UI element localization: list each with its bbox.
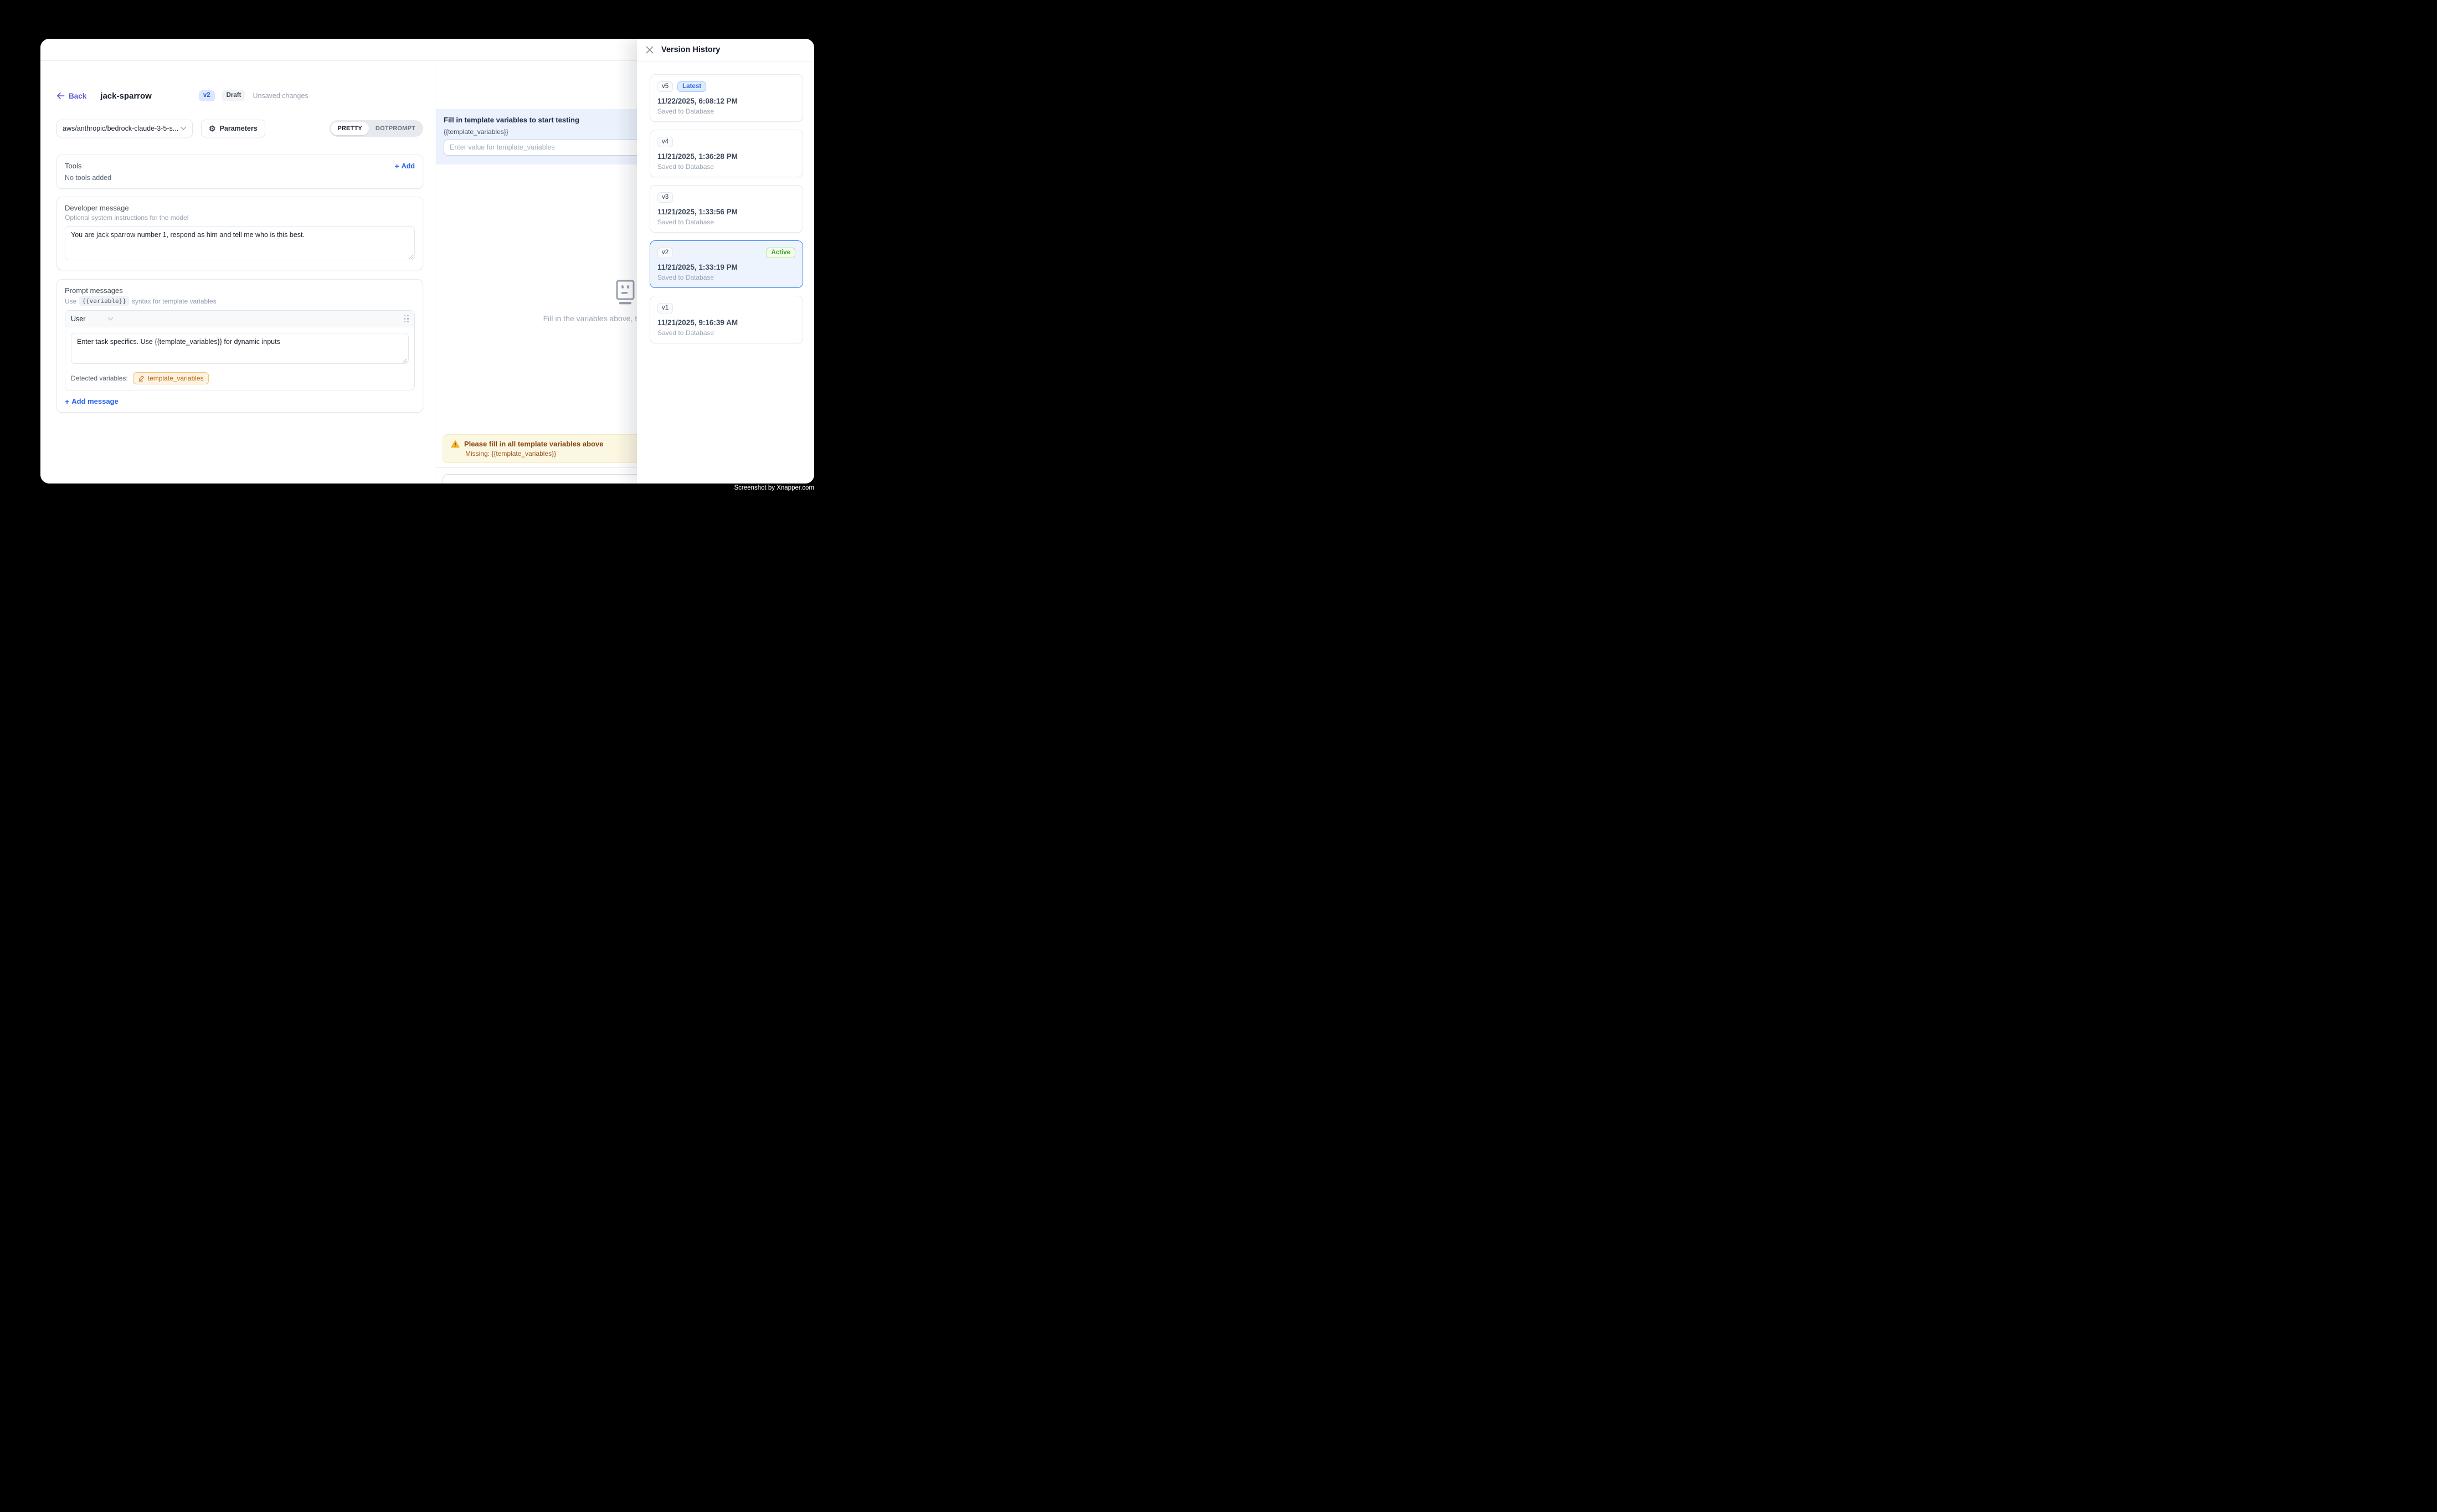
tools-title: Tools bbox=[65, 162, 81, 170]
gear-icon: ⚙ bbox=[209, 125, 216, 132]
prompt-messages-subtitle: Use {{variable}} syntax for template var… bbox=[65, 296, 415, 306]
draft-badge: Draft bbox=[222, 90, 246, 101]
resize-grip-icon[interactable] bbox=[408, 255, 413, 260]
subtitle-suffix: syntax for template variables bbox=[132, 297, 217, 305]
developer-message-title: Developer message bbox=[65, 204, 415, 212]
toggle-pretty[interactable]: PRETTY bbox=[331, 122, 369, 135]
drag-handle-icon[interactable] bbox=[404, 315, 409, 323]
back-button[interactable]: Back bbox=[56, 92, 86, 100]
tools-empty-text: No tools added bbox=[65, 174, 415, 182]
app-window: Back jack-sparrow v2 Draft Unsaved chang… bbox=[40, 39, 814, 484]
page-header: Back jack-sparrow v2 Draft Unsaved chang… bbox=[56, 89, 423, 102]
plus-icon: + bbox=[395, 162, 399, 170]
add-tool-label: Add bbox=[402, 162, 415, 170]
latest-badge: Latest bbox=[677, 81, 706, 92]
version-badge: v1 bbox=[657, 303, 673, 314]
developer-message-subtitle: Optional system instructions for the mod… bbox=[65, 214, 415, 222]
version-history-panel: Version History v5 Latest 11/22/2025, 6:… bbox=[637, 39, 814, 484]
role-select-value: User bbox=[71, 315, 85, 323]
model-select[interactable]: aws/anthropic/bedrock-claude-3-5-s... bbox=[56, 120, 193, 137]
view-mode-toggle: PRETTY DOTPROMPT bbox=[330, 120, 423, 137]
version-saved-status: Saved to Database bbox=[657, 107, 795, 115]
prompt-messages-title: Prompt messages bbox=[65, 286, 415, 295]
pencil-icon bbox=[138, 375, 145, 382]
warning-title: Please fill in all template variables ab… bbox=[464, 440, 603, 448]
detected-variable-name: template_variables bbox=[148, 374, 204, 382]
add-tool-button[interactable]: + Add bbox=[395, 162, 415, 170]
chevron-down-icon[interactable] bbox=[107, 317, 114, 321]
detected-variables-row: Detected variables: template_variables bbox=[65, 367, 414, 390]
add-message-button[interactable]: + Add message bbox=[65, 397, 415, 405]
version-badge: v2 bbox=[199, 90, 215, 101]
version-timestamp: 11/21/2025, 1:36:28 PM bbox=[657, 152, 795, 161]
version-card-v5[interactable]: v5 Latest 11/22/2025, 6:08:12 PM Saved t… bbox=[650, 74, 803, 122]
add-message-label: Add message bbox=[71, 397, 119, 405]
header-badges: v2 Draft Unsaved changes bbox=[199, 90, 309, 101]
tools-card: Tools + Add No tools added bbox=[56, 155, 423, 189]
version-timestamp: 11/21/2025, 1:33:56 PM bbox=[657, 208, 795, 216]
detected-variables-label: Detected variables: bbox=[71, 374, 128, 382]
version-saved-status: Saved to Database bbox=[657, 218, 795, 226]
detected-variable-chip[interactable]: template_variables bbox=[133, 372, 209, 384]
developer-message-textarea[interactable]: You are jack sparrow number 1, respond a… bbox=[65, 226, 415, 260]
screenshot-credit: Screenshot by Xnapper.com bbox=[734, 485, 814, 491]
version-badge: v5 bbox=[657, 81, 673, 92]
plus-icon: + bbox=[65, 398, 69, 405]
variable-syntax-chip: {{variable}} bbox=[79, 296, 128, 306]
subtitle-prefix: Use bbox=[65, 297, 76, 305]
page-title: jack-sparrow bbox=[100, 91, 152, 101]
version-card-v1[interactable]: v1 11/21/2025, 9:16:39 AM Saved to Datab… bbox=[650, 296, 803, 343]
version-card-v3[interactable]: v3 11/21/2025, 1:33:56 PM Saved to Datab… bbox=[650, 185, 803, 233]
version-badge: v2 bbox=[657, 248, 673, 259]
version-list: v5 Latest 11/22/2025, 6:08:12 PM Saved t… bbox=[637, 61, 814, 343]
parameters-label: Parameters bbox=[220, 125, 258, 132]
version-timestamp: 11/21/2025, 1:33:19 PM bbox=[657, 263, 795, 271]
prompt-messages-card: Prompt messages Use {{variable}} syntax … bbox=[56, 279, 423, 413]
message-block: User Enter task specifics. Use {{templat… bbox=[65, 310, 415, 390]
version-history-title: Version History bbox=[661, 45, 720, 54]
version-history-header: Version History bbox=[637, 39, 814, 61]
version-badge: v3 bbox=[657, 192, 673, 203]
version-card-v2[interactable]: v2 Active 11/21/2025, 1:33:19 PM Saved t… bbox=[650, 240, 803, 288]
unsaved-changes-label: Unsaved changes bbox=[253, 92, 308, 100]
user-message-textarea[interactable]: Enter task specifics. Use {{template_var… bbox=[71, 333, 409, 364]
editor-toolbar: aws/anthropic/bedrock-claude-3-5-s... ⚙ … bbox=[56, 120, 423, 137]
parameters-button[interactable]: ⚙ Parameters bbox=[201, 120, 265, 137]
arrow-left-icon bbox=[56, 92, 65, 100]
robot-icon bbox=[614, 279, 637, 305]
active-badge: Active bbox=[766, 248, 795, 259]
close-icon[interactable] bbox=[646, 46, 654, 54]
version-timestamp: 11/22/2025, 6:08:12 PM bbox=[657, 97, 795, 105]
version-card-v4[interactable]: v4 11/21/2025, 1:36:28 PM Saved to Datab… bbox=[650, 130, 803, 177]
chevron-down-icon bbox=[180, 126, 187, 131]
developer-message-card: Developer message Optional system instru… bbox=[56, 197, 423, 270]
resize-grip-icon[interactable] bbox=[402, 358, 407, 363]
version-saved-status: Saved to Database bbox=[657, 329, 795, 337]
model-select-value: aws/anthropic/bedrock-claude-3-5-s... bbox=[63, 125, 180, 132]
prompt-editor-pane: Back jack-sparrow v2 Draft Unsaved chang… bbox=[40, 61, 435, 484]
back-label: Back bbox=[69, 92, 86, 100]
version-badge: v4 bbox=[657, 137, 673, 148]
version-saved-status: Saved to Database bbox=[657, 274, 795, 281]
version-saved-status: Saved to Database bbox=[657, 163, 795, 171]
version-timestamp: 11/21/2025, 9:16:39 AM bbox=[657, 318, 795, 327]
toggle-dotprompt[interactable]: DOTPROMPT bbox=[369, 122, 422, 135]
warning-icon bbox=[451, 440, 460, 448]
message-role-header: User bbox=[65, 311, 414, 327]
